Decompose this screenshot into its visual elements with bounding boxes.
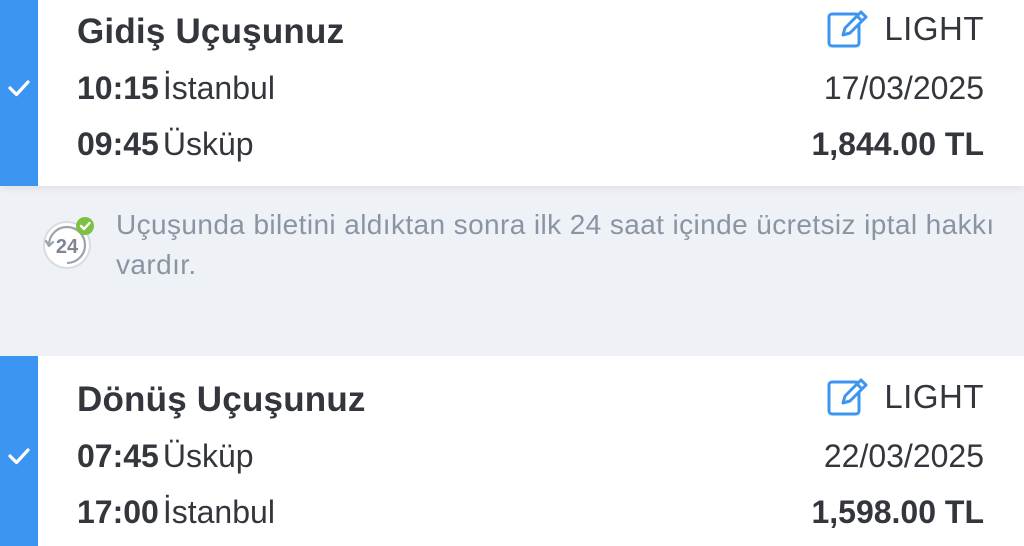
outbound-date: 17/03/2025 (823, 70, 984, 106)
outbound-depart-city: İstanbul (162, 70, 275, 106)
check-icon (8, 80, 30, 97)
return-departure-row: 07:45 Üsküp 22/03/2025 (77, 438, 984, 478)
return-depart-city: Üsküp (162, 438, 254, 474)
return-arrive-time: 17:00 (77, 494, 159, 530)
outbound-depart-time: 10:15 (77, 70, 159, 106)
outbound-header: Gidiş Uçuşunuz LIGHT (77, 10, 984, 52)
outbound-arrive-time: 09:45 (77, 126, 159, 162)
free-cancel-24h-icon: 24 (43, 217, 94, 269)
return-price: 1,598.00 TL (811, 494, 984, 530)
outbound-price: 1,844.00 TL (811, 126, 984, 162)
outbound-fare-label: LIGHT (884, 10, 984, 47)
notice-text: Uçuşunda biletini aldıktan sonra ilk 24 … (116, 209, 995, 280)
return-fare-label: LIGHT (884, 378, 984, 415)
edit-fare-icon[interactable] (826, 376, 868, 418)
outbound-arrival-row: 09:45 Üsküp 1,844.00 TL (77, 126, 984, 166)
return-fare[interactable]: LIGHT (826, 376, 984, 418)
outbound-arrive-city: Üsküp (162, 126, 254, 162)
return-flight-card[interactable]: Dönüş Uçuşunuz LIGHT 07:45 Üsküp 22/03/20… (0, 356, 1024, 546)
return-date: 22/03/2025 (823, 438, 984, 474)
return-header: Dönüş Uçuşunuz LIGHT (77, 378, 984, 420)
return-arrival-row: 17:00 İstanbul 1,598.00 TL (77, 494, 984, 534)
outbound-flight-card[interactable]: Gidiş Uçuşunuz LIGHT 10:15 İstanbul 17/03… (0, 0, 1024, 186)
outbound-title: Gidiş Uçuşunuz (77, 12, 345, 51)
check-icon (8, 448, 30, 465)
badge-number: 24 (56, 236, 79, 258)
outbound-fare[interactable]: LIGHT (826, 8, 984, 50)
return-title: Dönüş Uçuşunuz (77, 380, 366, 419)
edit-fare-icon[interactable] (826, 8, 868, 50)
return-depart-time: 07:45 (77, 438, 159, 474)
return-arrive-city: İstanbul (162, 494, 275, 530)
outbound-departure-row: 10:15 İstanbul 17/03/2025 (77, 70, 984, 110)
